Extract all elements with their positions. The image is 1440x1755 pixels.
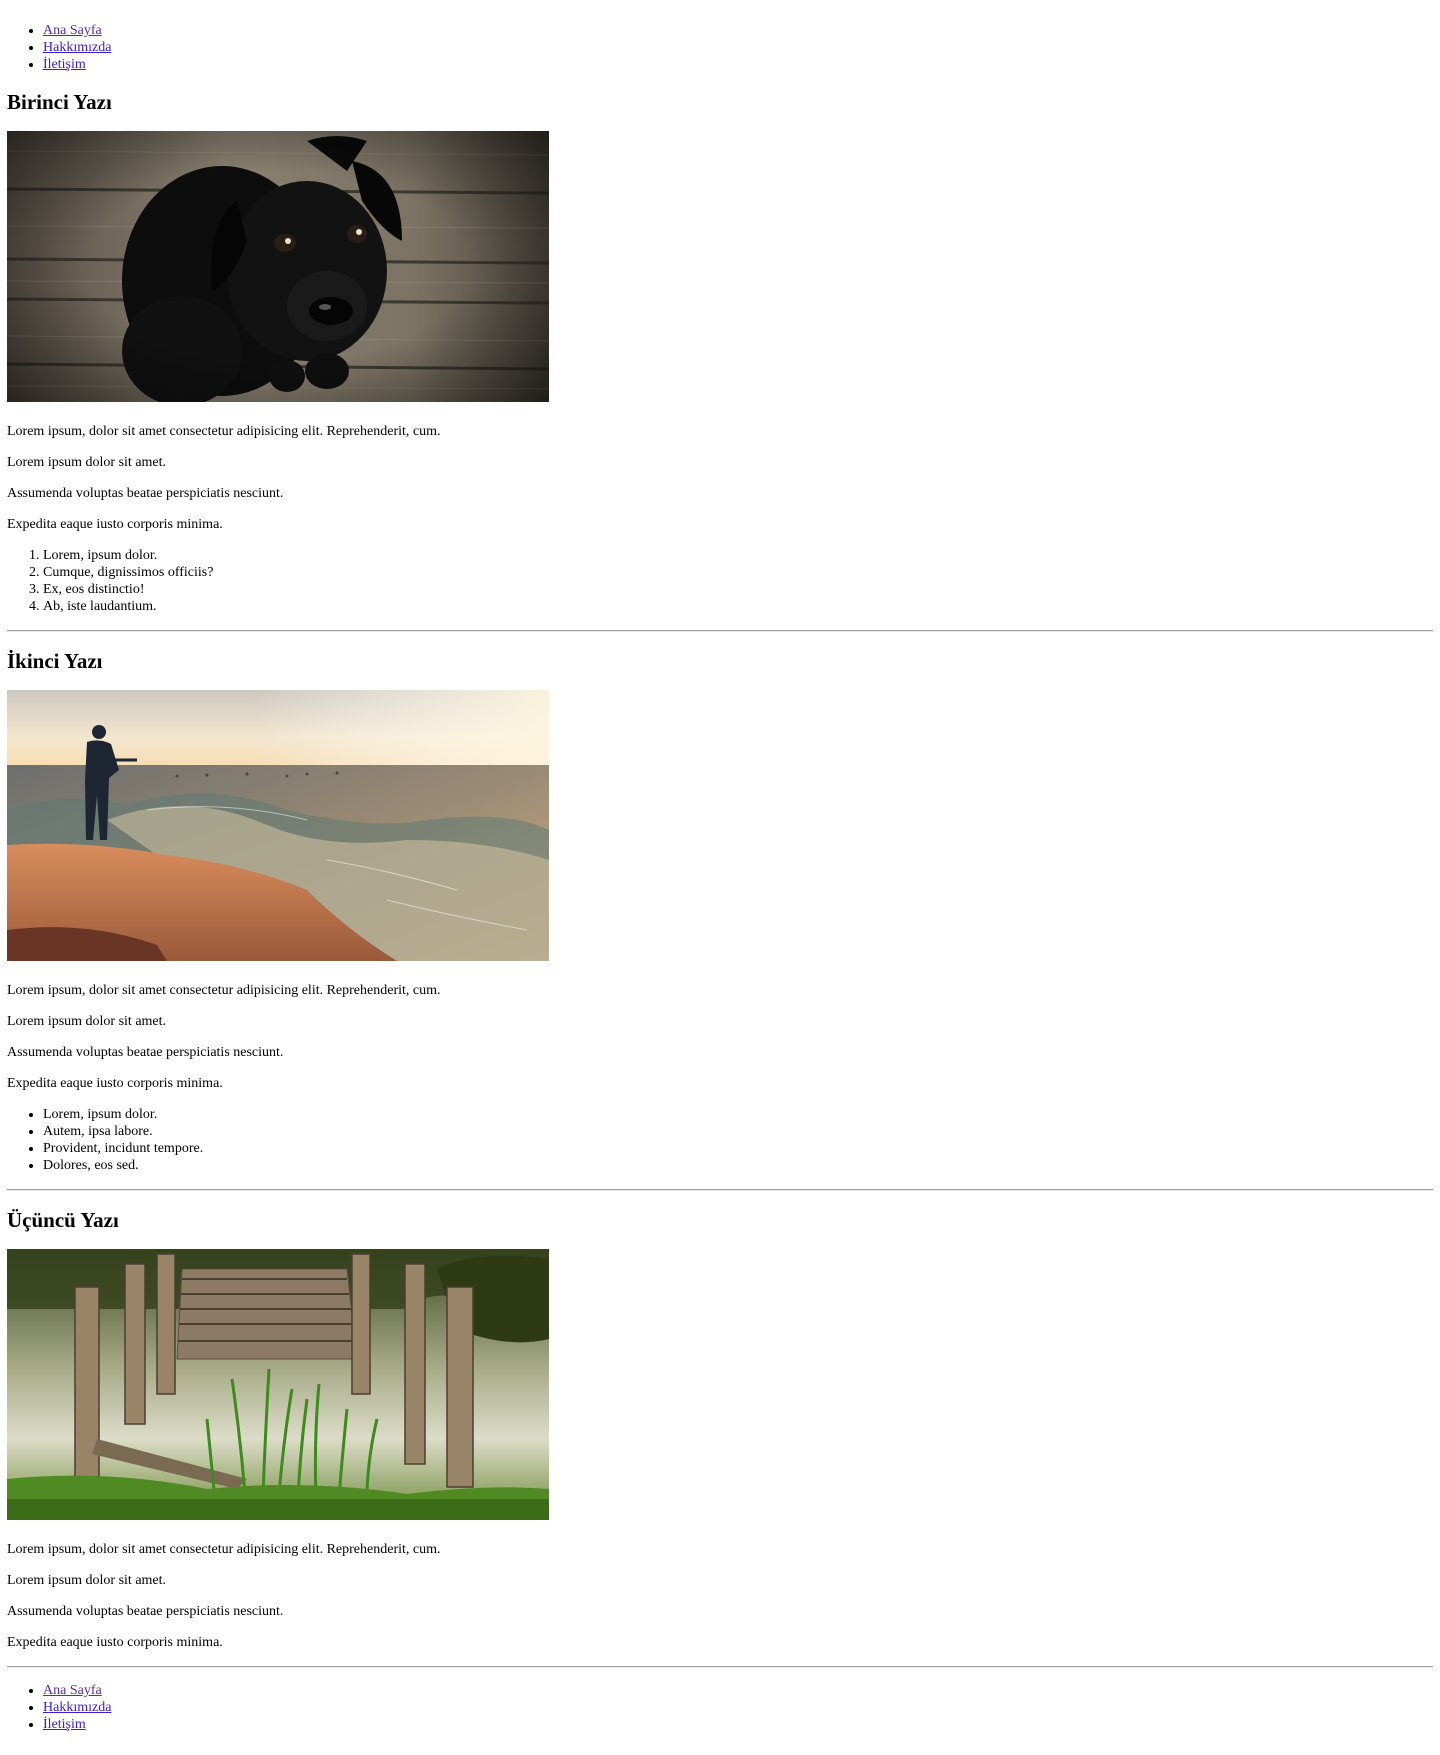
page: Ana Sayfa Hakkımızda İletişim Birinci Ya… xyxy=(0,0,1440,1733)
list-item: Provident, incidunt tempore. xyxy=(43,1140,1433,1157)
nav-link-about[interactable]: Hakkımızda xyxy=(43,40,111,55)
post-title: Üçüncü Yazı xyxy=(7,1208,119,1232)
list-item: Lorem, ipsum dolor. xyxy=(43,1106,1433,1123)
post-title: İkinci Yazı xyxy=(7,649,103,673)
divider xyxy=(7,630,1433,632)
post-ordered-list: Lorem, ipsum dolor. Cumque, dignissimos … xyxy=(7,547,1433,615)
post-paragraph: Lorem ipsum dolor sit amet. xyxy=(7,455,167,470)
post-paragraph: Expedita eaque iusto corporis minima. xyxy=(7,1076,223,1091)
post-title: Birinci Yazı xyxy=(7,90,112,114)
post-paragraph: Assumenda voluptas beatae perspiciatis n… xyxy=(7,1604,284,1619)
post-paragraph: Lorem ipsum, dolor sit amet consectetur … xyxy=(7,1542,441,1557)
black-puppy-image xyxy=(7,131,549,402)
post-paragraph: Expedita eaque iusto corporis minima. xyxy=(7,517,223,532)
list-item: Lorem, ipsum dolor. xyxy=(43,547,1433,564)
post-paragraph: Lorem ipsum dolor sit amet. xyxy=(7,1573,167,1588)
list-item: Ex, eos distinctio! xyxy=(43,581,1433,598)
nav-item: Ana Sayfa xyxy=(43,1682,1433,1699)
nav-link-contact[interactable]: İletişim xyxy=(43,1717,86,1732)
post-unordered-list: Lorem, ipsum dolor. Autem, ipsa labore. … xyxy=(7,1106,1433,1174)
nav-item: Hakkımızda xyxy=(43,39,1433,56)
list-item: Autem, ipsa labore. xyxy=(43,1123,1433,1140)
post-first: Birinci Yazı Lorem ipsum, dolor sit amet… xyxy=(7,90,1433,615)
black-puppy-illustration xyxy=(7,131,549,402)
nav-link-about[interactable]: Hakkımızda xyxy=(43,1700,111,1715)
post-third: Üçüncü Yazı Lorem ipsum, dolor sit amet … xyxy=(7,1208,1433,1651)
nav-item: İletişim xyxy=(43,56,1433,73)
nav-item: Hakkımızda xyxy=(43,1699,1433,1716)
list-item: Ab, iste laudantium. xyxy=(43,598,1433,615)
post-paragraph: Lorem ipsum, dolor sit amet consectetur … xyxy=(7,983,441,998)
pier-illustration xyxy=(7,1249,549,1520)
post-second: İkinci Yazı Lorem ipsum, dolor sit amet … xyxy=(7,649,1433,1174)
list-item: Dolores, eos sed. xyxy=(43,1157,1433,1174)
post-paragraph: Assumenda voluptas beatae perspiciatis n… xyxy=(7,486,284,501)
post-paragraph: Lorem ipsum, dolor sit amet consectetur … xyxy=(7,424,441,439)
bottom-nav: Ana Sayfa Hakkımızda İletişim xyxy=(7,1682,1433,1733)
post-paragraph: Lorem ipsum dolor sit amet. xyxy=(7,1014,167,1029)
nav-link-contact[interactable]: İletişim xyxy=(43,57,86,72)
nav-link-home[interactable]: Ana Sayfa xyxy=(43,1683,102,1698)
fisherman-sea-image xyxy=(7,690,549,961)
top-nav: Ana Sayfa Hakkımızda İletişim xyxy=(7,22,1433,73)
divider xyxy=(7,1189,1433,1191)
list-item: Cumque, dignissimos officiis? xyxy=(43,564,1433,581)
wooden-pier-image xyxy=(7,1249,549,1520)
post-paragraph: Assumenda voluptas beatae perspiciatis n… xyxy=(7,1045,284,1060)
fisherman-illustration xyxy=(7,690,549,961)
nav-item: Ana Sayfa xyxy=(43,22,1433,39)
nav-link-home[interactable]: Ana Sayfa xyxy=(43,23,102,38)
divider xyxy=(7,1666,1433,1668)
post-paragraph: Expedita eaque iusto corporis minima. xyxy=(7,1635,223,1650)
nav-item: İletişim xyxy=(43,1716,1433,1733)
